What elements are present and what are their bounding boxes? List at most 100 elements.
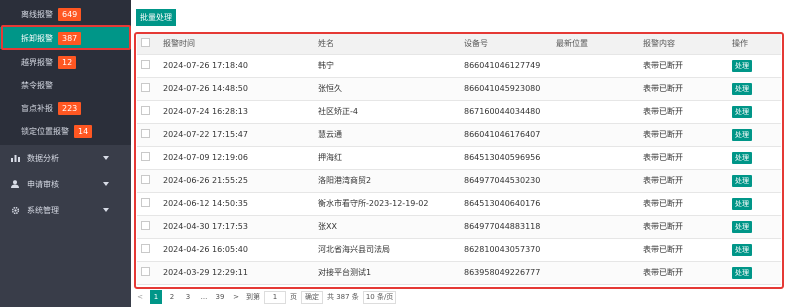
row-checkbox[interactable] [137,77,155,101]
device-cell: 867160044034480 [456,100,548,124]
process-button[interactable]: 处理 [732,105,752,118]
content-cell: 表带已断开 [635,261,724,285]
action-cell: 处理 [724,192,781,216]
sidebar-group-label: 系统管理 [27,205,59,215]
page-size-select[interactable]: 10 条/页 [362,290,397,304]
sidebar-item-offline-alarm[interactable]: 离线报警 649 [0,3,131,25]
process-button[interactable]: 处理 [732,174,752,187]
sidebar-group-data-analysis[interactable]: 数据分析 [0,145,131,171]
name-cell: 张XX [310,215,456,239]
alarm-time-cell: 2024-07-22 17:15:47 [155,123,310,147]
row-checkbox[interactable] [137,192,155,216]
sidebar-item-label: 越界报警 [21,57,53,67]
page-size-value: 10 条/页 [365,293,394,301]
column-header[interactable]: 最新位置 [548,34,635,55]
count-badge: 12 [58,55,77,69]
process-button[interactable]: 处理 [732,82,752,95]
name-cell: 社区矫正-4 [310,100,456,124]
select-all-checkbox[interactable] [137,34,155,55]
device-cell: 863958049226777 [456,261,548,285]
row-checkbox[interactable] [137,123,155,147]
chevron-down-icon [103,156,109,160]
sidebar-item-label: 盲点补报 [21,103,53,113]
device-cell: 866041046176407 [456,123,548,147]
row-checkbox[interactable] [137,54,155,78]
device-cell: 864977044530230 [456,169,548,193]
table-row: 2024-07-26 14:48:50 张恒久 866041045923080 … [137,77,781,101]
process-button[interactable]: 处理 [732,243,752,256]
location-cell [548,123,635,147]
location-cell [548,100,635,124]
sidebar-item-removal-alarm[interactable]: 拆卸报警 387 [0,27,131,49]
process-button[interactable]: 处理 [732,220,752,233]
action-cell: 处理 [724,238,781,262]
sidebar-group-label: 申请审核 [27,179,59,189]
row-checkbox[interactable] [137,169,155,193]
batch-process-button[interactable]: 批量处理 [136,9,176,26]
row-checkbox[interactable] [137,238,155,262]
row-checkbox[interactable] [137,146,155,170]
process-button[interactable]: 处理 [732,59,752,72]
sidebar-item-label: 锁定位置报警 [21,126,69,136]
goto-confirm-button[interactable]: 确定 [301,290,323,304]
action-cell: 处理 [724,100,781,124]
sidebar-group-application-review[interactable]: 申请审核 [0,171,131,197]
user-icon [8,180,22,188]
content-cell: 表带已断开 [635,123,724,147]
column-header[interactable]: 报警时间 [155,34,310,55]
process-button[interactable]: 处理 [732,128,752,141]
table-row: 2024-07-24 16:28:13 社区矫正-4 8671600440344… [137,100,781,124]
action-cell: 处理 [724,77,781,101]
sidebar-group-system-management[interactable]: 系统管理 [0,197,131,223]
table-row: 2024-07-26 17:18:40 韩宁 866041046127749 表… [137,54,781,78]
content-cell: 表带已断开 [635,100,724,124]
process-button[interactable]: 处理 [732,151,752,164]
device-cell: 864513040640176 [456,192,548,216]
page-39-button[interactable]: 39 [214,290,226,304]
row-checkbox[interactable] [137,100,155,124]
process-button[interactable]: 处理 [732,197,752,210]
sidebar-item-label: 拆卸报警 [21,33,53,43]
prev-page-button[interactable]: < [134,290,146,304]
content-cell: 表带已断开 [635,192,724,216]
column-header[interactable]: 操作 [724,34,781,55]
next-page-button[interactable]: > [230,290,242,304]
alarm-time-cell: 2024-07-26 14:48:50 [155,77,310,101]
row-checkbox[interactable] [137,261,155,285]
alarm-time-cell: 2024-07-26 17:18:40 [155,54,310,78]
content-cell: 表带已断开 [635,169,724,193]
location-cell [548,261,635,285]
name-cell: 河北省海兴县司法局 [310,238,456,262]
table-row: 2024-06-12 14:50:35 衡水市看守所-2023-12-19-02… [137,192,781,216]
device-cell: 862810043057370 [456,238,548,262]
gear-icon [8,206,22,215]
sidebar-group-label: 数据分析 [27,153,59,163]
column-header[interactable]: 报警内容 [635,34,724,55]
page-2-button[interactable]: 2 [166,290,178,304]
page-1-button[interactable]: 1 [150,290,162,304]
goto-label: 到第 [246,293,260,301]
location-cell [548,54,635,78]
column-header[interactable]: 姓名 [310,34,456,55]
sidebar-item-prohibition-alarm[interactable]: 禁令报警 [0,74,131,96]
sidebar-item-blindspot-report[interactable]: 盲点补报 223 [0,97,131,119]
alarm-time-cell: 2024-07-24 16:28:13 [155,100,310,124]
page-ellipsis: ... [200,293,208,301]
goto-page-input[interactable]: 1 [264,290,286,304]
page-3-button[interactable]: 3 [182,290,194,304]
content-cell: 表带已断开 [635,77,724,101]
sidebar-item-locked-location-alarm[interactable]: 锁定位置报警 14 [0,120,131,142]
name-cell: 张恒久 [310,77,456,101]
action-cell: 处理 [724,261,781,285]
row-checkbox[interactable] [137,215,155,239]
alarm-time-cell: 2024-04-30 17:17:53 [155,215,310,239]
name-cell: 韩宁 [310,54,456,78]
alarm-time-cell: 2024-06-12 14:50:35 [155,192,310,216]
process-button[interactable]: 处理 [732,266,752,279]
sidebar-item-boundary-alarm[interactable]: 越界报警 12 [0,51,131,73]
column-header[interactable]: 设备号 [456,34,548,55]
content-cell: 表带已断开 [635,146,724,170]
name-cell: 洛阳港湾商贸2 [310,169,456,193]
pagination: < 1 2 3 ... 39 > 到第 1 页 确定 共 387 条 10 条/… [134,290,784,304]
count-badge: 14 [74,124,93,138]
